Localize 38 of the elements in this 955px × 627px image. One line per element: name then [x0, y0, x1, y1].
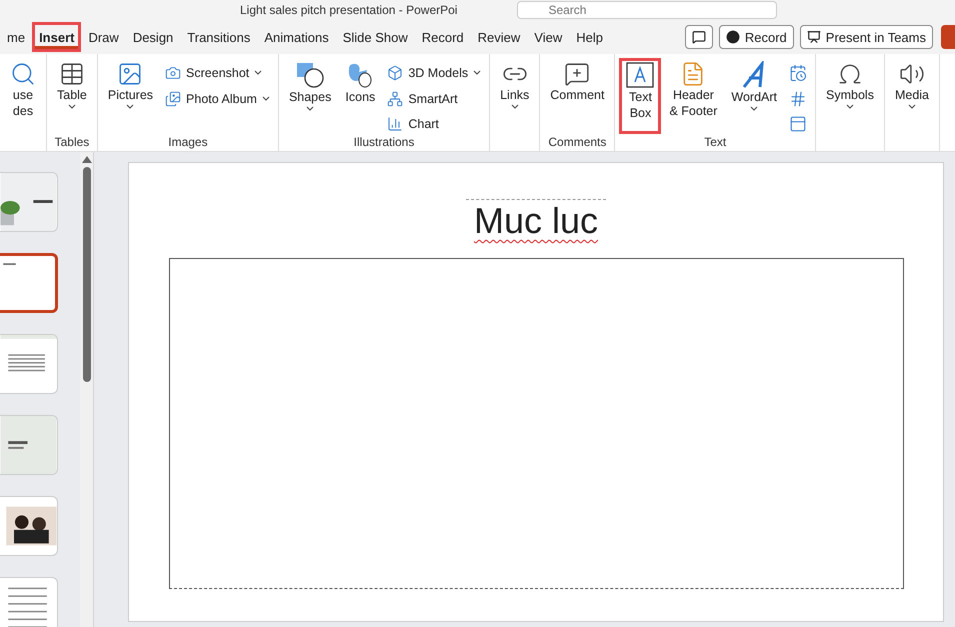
ribbon-button[interactable]: Chart	[383, 113, 486, 136]
search-field[interactable]: Search	[517, 1, 778, 19]
ribbon-tab[interactable]: View	[527, 22, 570, 52]
window-title: Light sales pitch presentation - PowerPoi	[240, 3, 458, 17]
group-label: Comments	[547, 135, 608, 151]
ribbon-tab[interactable]: me	[0, 22, 32, 52]
ribbon-button[interactable]: Header & Footer	[663, 58, 724, 134]
group-label: Text	[703, 135, 728, 151]
slide-title[interactable]: Muc luc	[474, 200, 598, 242]
ribbon-button[interactable]: Text Box	[619, 58, 662, 134]
ribbon-tab[interactable]: Record	[414, 22, 471, 52]
ribbon-button[interactable]: Media	[888, 58, 936, 134]
ribbon-tab[interactable]: Design	[126, 22, 180, 52]
ribbon-button[interactable]: Comment	[544, 58, 610, 134]
ribbon-tab[interactable]: Slide Show	[336, 22, 415, 52]
group-label: Illustrations	[352, 135, 416, 151]
ribbon-tab[interactable]: Help	[569, 22, 610, 52]
ribbon-button[interactable]: Symbols	[820, 58, 880, 134]
ribbon-button[interactable]: Screenshot	[161, 62, 274, 84]
ribbon-button[interactable]: use des	[4, 58, 42, 134]
ribbon-button[interactable]: Shapes	[282, 58, 338, 134]
ribbon-button[interactable]: Links	[494, 58, 536, 134]
present-button[interactable]: Present in Teams	[800, 25, 933, 49]
ribbon-button[interactable]: Icons	[339, 58, 382, 134]
ribbon-button[interactable]: Photo Album	[161, 88, 274, 110]
ribbon-button[interactable]: Table	[51, 58, 93, 134]
ribbon-tab[interactable]: Draw	[81, 22, 126, 52]
ribbon-tab[interactable]: Insert	[32, 22, 82, 52]
ribbon-button[interactable]: 3D Models	[383, 62, 486, 84]
ribbon-tab[interactable]: Animations	[257, 22, 336, 52]
ribbon-button[interactable]: WordArt	[725, 58, 784, 134]
ribbon-tab[interactable]: Transitions	[180, 22, 258, 52]
group-label: Images	[167, 135, 209, 151]
ribbon-tab[interactable]: Review	[470, 22, 528, 52]
ribbon-button[interactable]: SmartArt	[383, 88, 486, 110]
ribbon-button[interactable]: Pictures	[102, 58, 160, 134]
record-button[interactable]: Record	[718, 25, 794, 49]
group-label: Tables	[54, 135, 90, 151]
